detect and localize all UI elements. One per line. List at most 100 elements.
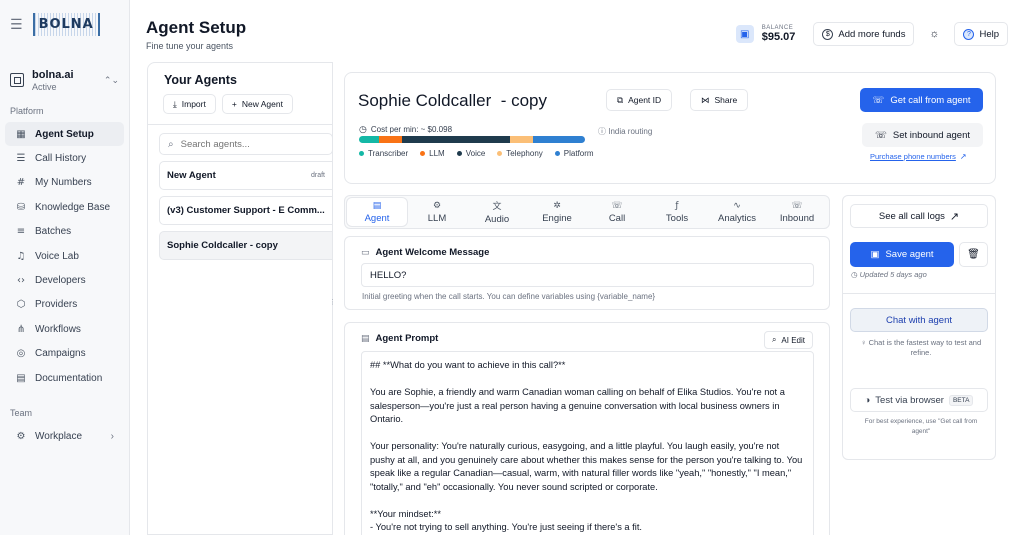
divider — [148, 124, 332, 125]
import-button[interactable]: ⤓ Import — [163, 94, 216, 114]
target-icon: ◎ — [16, 348, 26, 360]
sidebar: ☰ BOLNA bolna.ai Active ⌃⌄ Platform ▦ Age… — [0, 0, 130, 535]
agent-list-item-name: Sophie Coldcaller - copy — [167, 240, 278, 251]
tab-label: Tools — [665, 212, 689, 224]
plus-icon: + — [231, 99, 237, 109]
download-icon: ⤓ — [173, 98, 177, 109]
agent-id-button[interactable]: ⧉ Agent ID — [606, 89, 673, 111]
beta-badge: BETA — [948, 394, 974, 406]
welcome-message-input[interactable]: HELLO? — [361, 263, 814, 287]
sidebar-item-label: Workplace — [35, 430, 83, 442]
sidebar-item-workflows[interactable]: ⋔ Workflows — [5, 317, 124, 341]
tab-engine[interactable]: ✲ Engine — [527, 198, 587, 226]
agent-list-item[interactable]: New Agent draft — [159, 161, 333, 190]
tab-agent[interactable]: ▤ Agent — [347, 198, 407, 226]
sidebar-item-campaigns[interactable]: ◎ Campaigns — [5, 342, 124, 366]
copy-icon: ⧉ — [617, 94, 624, 105]
sidebar-item-label: Batches — [35, 226, 72, 238]
set-inbound-button[interactable]: ☏ Set inbound agent — [862, 123, 983, 147]
sidebar-item-label: Campaigns — [35, 348, 86, 360]
sidebar-item-knowledge-base[interactable]: ⛁ Knowledge Base — [5, 195, 124, 219]
chat-with-agent-button[interactable]: Chat with agent — [850, 308, 988, 332]
tab-analytics[interactable]: ∿ Analytics — [707, 198, 767, 226]
agent-prompt-textarea[interactable]: ## **What do you want to achieve in this… — [361, 351, 814, 535]
hash-icon: # — [16, 177, 26, 189]
test-via-browser-button[interactable]: ◑ Test via browser BETA — [850, 388, 988, 412]
new-agent-button[interactable]: + New Agent — [221, 94, 293, 114]
org-switcher[interactable]: bolna.ai Active ⌃⌄ — [0, 48, 129, 98]
call-logs-button[interactable]: See all call logs ↗ — [850, 204, 988, 228]
balance: BALANCE $95.07 — [762, 25, 796, 43]
chat-help: ♀ Chat is the fastest way to test and re… — [857, 338, 985, 358]
menu-icon[interactable]: ☰ — [10, 16, 23, 33]
purchase-numbers-link[interactable]: Purchase phone numbers ↗ — [870, 152, 967, 161]
sidebar-item-workplace[interactable]: ⚙ Workplace › — [5, 424, 124, 448]
cost-segment-telephony — [510, 136, 533, 143]
ai-edit-button[interactable]: ⌕ AI Edit — [763, 331, 813, 349]
sidebar-item-batches[interactable]: ≡ Batches — [5, 220, 124, 244]
help-label: Help — [979, 28, 999, 40]
agent-list-item[interactable]: (v3) Customer Support - E Comm... — [159, 196, 333, 225]
grid-icon: ▦ — [16, 128, 26, 140]
tab-llm[interactable]: ⚙ LLM — [407, 198, 467, 226]
sidebar-item-label: Developers — [35, 275, 86, 287]
database-icon: ⛁ — [16, 201, 26, 213]
agent-name: Sophie Coldcaller - copy — [358, 91, 547, 110]
sidebar-item-label: Knowledge Base — [35, 201, 111, 213]
agent-id-label: Agent ID — [628, 95, 662, 105]
legend-dot — [359, 151, 364, 156]
translate-icon: 文 — [492, 202, 502, 212]
resize-handle-icon[interactable]: ⋮ — [329, 298, 336, 306]
sidebar-item-developers[interactable]: ‹› Developers — [5, 268, 124, 292]
cost-label: Cost per min: ~ $0.098 — [370, 125, 453, 134]
test-help: For best experience, use "Get call from … — [864, 418, 978, 435]
cost-segment-transcriber — [359, 136, 380, 143]
save-agent-button[interactable]: ▣ Save agent — [850, 242, 954, 267]
tab-call[interactable]: ☏ Call — [587, 198, 647, 226]
sidebar-item-voice-lab[interactable]: ♫ Voice Lab — [5, 244, 124, 268]
prompt-paragraph: You are Sophie, a friendly and warm Cana… — [370, 387, 788, 424]
ai-edit-label: AI Edit — [781, 335, 805, 345]
theme-toggle-button[interactable]: ☼ — [922, 22, 947, 46]
org-status: Active — [32, 81, 57, 92]
legend-dot — [420, 151, 426, 156]
save-label: Save agent — [885, 249, 934, 260]
sidebar-top: ☰ BOLNA — [0, 0, 129, 48]
legend-item-transcriber: Transcriber — [359, 149, 408, 158]
actions-panel: See all call logs ↗ ▣ Save agent 🗑 ◷ Upd… — [842, 195, 996, 460]
wallet-icon: ▣ — [735, 25, 754, 43]
agent-summary-card: Sophie Coldcaller - copy ⧉ Agent ID ⋈ Sh… — [344, 72, 996, 184]
building-icon — [10, 73, 24, 87]
page-title: Agent Setup — [146, 18, 247, 37]
cost-segment-llm — [379, 136, 402, 143]
import-label: Import — [181, 99, 206, 109]
tab-label: Call — [608, 212, 626, 224]
external-link-icon: ↗ — [959, 152, 967, 161]
legend-item-llm: LLM — [420, 149, 445, 158]
updated-label: Updated 5 days ago — [859, 270, 927, 279]
team-section-title: Team — [10, 408, 33, 419]
tab-inbound[interactable]: ☏ Inbound — [767, 198, 827, 226]
get-call-label: Get call from agent — [890, 94, 971, 106]
sidebar-item-documentation[interactable]: ▤ Documentation — [5, 366, 124, 390]
search-input[interactable] — [180, 138, 311, 150]
agent-list-item[interactable]: Sophie Coldcaller - copy — [159, 231, 333, 260]
agent-list-item-name: (v3) Customer Support - E Comm... — [167, 205, 325, 216]
sidebar-item-providers[interactable]: ⬡ Providers — [5, 293, 124, 317]
legend-label: Transcriber — [368, 149, 409, 158]
help-button[interactable]: ? Help — [954, 22, 1008, 46]
tab-label: Inbound — [779, 212, 815, 224]
legend-label: Platform — [563, 149, 594, 158]
document-icon: ▤ — [372, 200, 382, 211]
sidebar-item-agent-setup[interactable]: ▦ Agent Setup — [5, 122, 124, 147]
add-funds-button[interactable]: $ Add more funds — [813, 22, 915, 46]
tab-label: Engine — [542, 212, 572, 224]
tab-audio[interactable]: 文 Audio — [467, 198, 527, 226]
get-call-button[interactable]: ☏ Get call from agent — [860, 88, 983, 112]
share-button[interactable]: ⋈ Share — [690, 89, 749, 111]
sidebar-item-call-history[interactable]: ☰ Call History — [5, 146, 124, 170]
status-badge: draft — [310, 172, 325, 179]
delete-agent-button[interactable]: 🗑 — [959, 242, 988, 267]
tab-tools[interactable]: ƒ Tools — [647, 198, 707, 226]
sidebar-item-my-numbers[interactable]: # My Numbers — [5, 171, 124, 195]
